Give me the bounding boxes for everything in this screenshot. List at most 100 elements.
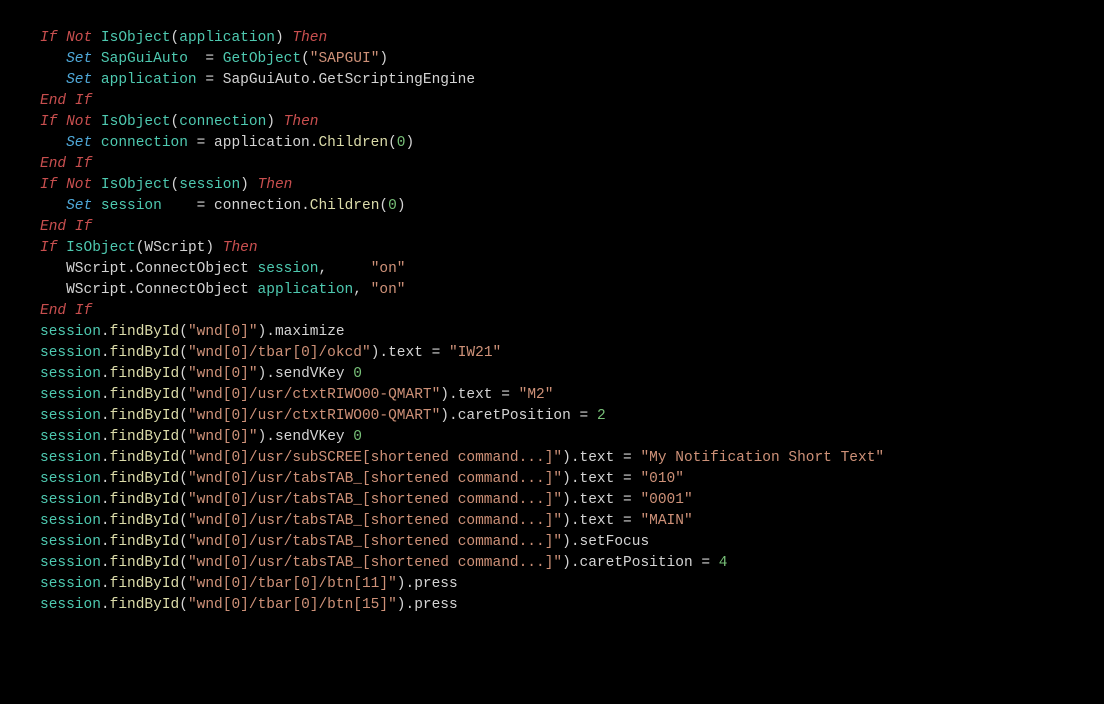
token-txt: ).maximize — [258, 324, 345, 340]
token-txt — [40, 135, 66, 151]
code-line: session.findById("wnd[0]/usr/tabsTAB_[sh… — [40, 490, 1064, 511]
token-txt: ( — [388, 135, 397, 151]
token-kw-red: If — [75, 93, 92, 109]
token-txt: ).text = — [562, 450, 640, 466]
token-txt: (WScript) — [136, 240, 223, 256]
token-str: "IW21" — [449, 345, 501, 361]
token-txt — [92, 114, 101, 130]
code-line: Set connection = application.Children(0) — [40, 133, 1064, 154]
token-kw-red: End — [40, 93, 66, 109]
token-txt: ) — [266, 114, 283, 130]
token-str: "wnd[0]/usr/tabsTAB_[shortened command..… — [188, 513, 562, 529]
token-txt: ) — [406, 135, 415, 151]
code-line: WScript.ConnectObject session, "on" — [40, 259, 1064, 280]
token-txt: ( — [179, 576, 188, 592]
code-line: End If — [40, 301, 1064, 322]
code-line: session.findById("wnd[0]/usr/ctxtRIWO00-… — [40, 406, 1064, 427]
code-line: If Not IsObject(session) Then — [40, 175, 1064, 196]
token-txt: ( — [301, 51, 310, 67]
token-txt — [92, 135, 101, 151]
token-txt: ) — [379, 51, 388, 67]
token-txt: ( — [179, 345, 188, 361]
code-line: session.findById("wnd[0]").sendVKey 0 — [40, 364, 1064, 385]
token-txt: ) — [275, 30, 292, 46]
code-line: WScript.ConnectObject application, "on" — [40, 280, 1064, 301]
token-txt: ).sendVKey — [258, 366, 354, 382]
token-kw-blue: Set — [66, 135, 92, 151]
token-str: "0001" — [640, 492, 692, 508]
token-txt: ).press — [397, 597, 458, 613]
token-meth: findById — [110, 555, 180, 571]
token-txt: . — [101, 366, 110, 382]
code-line: session.findById("wnd[0]/usr/tabsTAB_[sh… — [40, 469, 1064, 490]
token-num: 0 — [397, 135, 406, 151]
token-str: "SAPGUI" — [310, 51, 380, 67]
token-obj: session — [40, 576, 101, 592]
token-txt — [57, 177, 66, 193]
token-obj: session — [40, 513, 101, 529]
token-kw-blue: Set — [66, 72, 92, 88]
token-meth: findById — [110, 387, 180, 403]
token-meth: findById — [110, 513, 180, 529]
token-txt: ) — [240, 177, 257, 193]
token-txt: ).text = — [440, 387, 518, 403]
code-line: session.findById("wnd[0]/usr/ctxtRIWO00-… — [40, 385, 1064, 406]
token-kw-red: If — [75, 303, 92, 319]
token-meth: findById — [110, 597, 180, 613]
token-txt: ( — [179, 366, 188, 382]
token-txt: ( — [179, 387, 188, 403]
token-txt: , — [318, 261, 370, 277]
token-txt: WScript.ConnectObject — [40, 282, 258, 298]
code-line: session.findById("wnd[0]/tbar[0]/btn[15]… — [40, 595, 1064, 616]
code-line: End If — [40, 217, 1064, 238]
code-line: If IsObject(WScript) Then — [40, 238, 1064, 259]
token-kw-blue: Set — [66, 198, 92, 214]
token-obj: session — [40, 492, 101, 508]
code-line: End If — [40, 154, 1064, 175]
token-txt: . — [101, 471, 110, 487]
token-txt — [66, 219, 75, 235]
token-meth: findById — [110, 534, 180, 550]
code-line: session.findById("wnd[0]").sendVKey 0 — [40, 427, 1064, 448]
token-txt: ).text = — [562, 492, 640, 508]
token-txt: ( — [171, 177, 180, 193]
token-kw-blue: Set — [66, 51, 92, 67]
token-obj: session — [179, 177, 240, 193]
token-num: 0 — [353, 366, 362, 382]
code-line: End If — [40, 91, 1064, 112]
token-kw-red: If — [40, 114, 57, 130]
token-meth: findById — [110, 492, 180, 508]
token-txt: ( — [179, 450, 188, 466]
code-block: If Not IsObject(application) Then Set Sa… — [40, 28, 1064, 616]
token-txt: ).setFocus — [562, 534, 649, 550]
token-str: "on" — [371, 261, 406, 277]
token-txt — [57, 114, 66, 130]
token-obj: session — [101, 198, 162, 214]
token-obj: session — [40, 345, 101, 361]
token-num: 4 — [719, 555, 728, 571]
token-txt — [92, 30, 101, 46]
code-line: session.findById("wnd[0]/usr/tabsTAB_[sh… — [40, 553, 1064, 574]
token-str: "wnd[0]/usr/ctxtRIWO00-QMART" — [188, 387, 440, 403]
token-str: "wnd[0]/usr/tabsTAB_[shortened command..… — [188, 534, 562, 550]
token-txt: ).caretPosition = — [562, 555, 719, 571]
token-meth: Children — [318, 135, 388, 151]
token-txt: = application. — [188, 135, 319, 151]
token-kw-red: If — [40, 240, 57, 256]
token-obj: session — [40, 429, 101, 445]
token-txt: , — [353, 282, 370, 298]
token-num: 0 — [353, 429, 362, 445]
token-obj: session — [40, 534, 101, 550]
token-meth: findById — [110, 324, 180, 340]
token-str: "wnd[0]/usr/ctxtRIWO00-QMART" — [188, 408, 440, 424]
token-txt — [40, 72, 66, 88]
token-txt: . — [101, 576, 110, 592]
code-line: Set application = SapGuiAuto.GetScriptin… — [40, 70, 1064, 91]
token-str: "wnd[0]/usr/subSCREE[shortened command..… — [188, 450, 562, 466]
code-line: session.findById("wnd[0]/usr/tabsTAB_[sh… — [40, 511, 1064, 532]
token-txt — [57, 240, 66, 256]
token-kw-red: If — [75, 219, 92, 235]
token-str: "on" — [371, 282, 406, 298]
token-txt: = SapGuiAuto.GetScriptingEngine — [197, 72, 475, 88]
token-obj: session — [40, 366, 101, 382]
